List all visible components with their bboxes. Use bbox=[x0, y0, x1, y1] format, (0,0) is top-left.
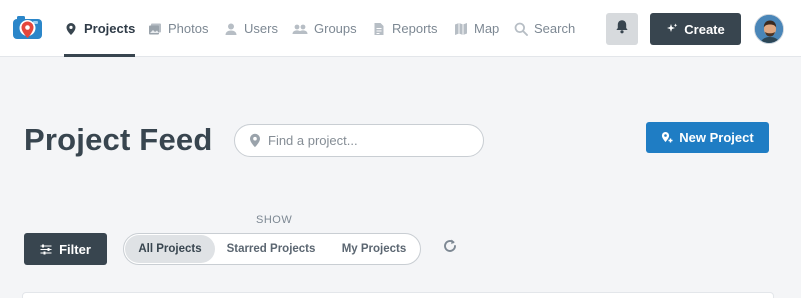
project-search-field[interactable] bbox=[234, 124, 484, 157]
nav-label: Projects bbox=[84, 21, 136, 36]
nav-item-groups[interactable]: Groups bbox=[292, 0, 357, 57]
user-icon bbox=[224, 22, 238, 36]
page-title: Project Feed bbox=[24, 122, 213, 157]
search-input[interactable] bbox=[268, 133, 468, 148]
show-label: SHOW bbox=[256, 214, 293, 226]
nav-label: Map bbox=[474, 21, 500, 36]
filter-label: Filter bbox=[59, 241, 91, 257]
project-card bbox=[22, 292, 774, 298]
nav-item-photos[interactable]: Photos bbox=[148, 0, 208, 57]
top-navigation-bar: Projects Photos Users Groups Reports Map bbox=[0, 0, 801, 57]
nav-label: Search bbox=[534, 21, 576, 36]
refresh-button[interactable] bbox=[440, 238, 460, 258]
groups-icon bbox=[292, 22, 308, 36]
create-label: Create bbox=[684, 21, 725, 37]
map-pin-icon bbox=[249, 133, 261, 148]
nav-label: Photos bbox=[168, 21, 209, 36]
segment-starred-projects[interactable]: Starred Projects bbox=[218, 235, 324, 263]
new-project-label: New Project bbox=[679, 130, 754, 145]
camera-pin-logo[interactable] bbox=[12, 14, 43, 44]
nav-label: Reports bbox=[392, 21, 438, 36]
notifications-button[interactable] bbox=[606, 13, 638, 45]
nav-item-search[interactable]: Search bbox=[514, 0, 575, 57]
create-button[interactable]: Create bbox=[650, 13, 741, 45]
search-icon bbox=[514, 22, 528, 36]
segment-all-projects[interactable]: All Projects bbox=[125, 235, 215, 263]
nav-item-reports[interactable]: Reports bbox=[372, 0, 438, 57]
segment-my-projects[interactable]: My Projects bbox=[328, 235, 420, 263]
add-location-icon bbox=[661, 131, 673, 144]
refresh-icon bbox=[442, 238, 458, 259]
map-icon bbox=[454, 22, 468, 36]
photos-icon bbox=[148, 22, 162, 36]
project-scope-toggle: All Projects Starred Projects My Project… bbox=[123, 233, 421, 265]
report-icon bbox=[372, 22, 386, 36]
filter-button[interactable]: Filter bbox=[24, 233, 107, 265]
nav-item-map[interactable]: Map bbox=[454, 0, 499, 57]
bell-icon bbox=[615, 19, 629, 39]
nav-label: Users bbox=[244, 21, 278, 36]
map-pin-icon bbox=[64, 22, 78, 36]
nav-label: Groups bbox=[314, 21, 357, 36]
nav-item-projects[interactable]: Projects bbox=[64, 0, 136, 57]
sparkle-icon bbox=[666, 23, 678, 35]
sliders-icon bbox=[40, 244, 52, 255]
new-project-button[interactable]: New Project bbox=[646, 122, 769, 153]
avatar[interactable] bbox=[754, 14, 784, 44]
nav-item-users[interactable]: Users bbox=[224, 0, 278, 57]
